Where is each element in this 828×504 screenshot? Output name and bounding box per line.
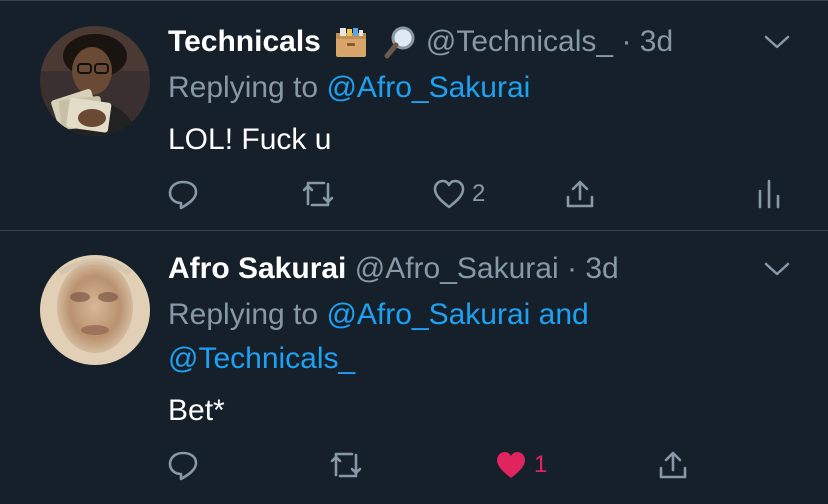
handle[interactable]: @Technicals_ [426, 25, 613, 58]
retweet-button[interactable] [300, 172, 336, 216]
reply-icon [166, 177, 200, 211]
avatar[interactable] [40, 26, 150, 136]
timestamp[interactable]: 3d [585, 252, 618, 285]
like-count: 2 [472, 180, 486, 207]
separator: · [621, 25, 632, 58]
display-name[interactable]: Afro Sakurai [168, 252, 346, 285]
tweet-text: Bet* [168, 394, 225, 427]
replying-prefix: Replying to [168, 298, 319, 331]
reply-button[interactable] [166, 443, 200, 487]
like-count: 1 [534, 451, 548, 478]
tweet[interactable]: Afro Sakurai @Afro_Sakurai · 3d Replying… [0, 231, 828, 504]
handle[interactable]: @Afro_Sakurai [355, 252, 559, 285]
share-icon [656, 448, 690, 482]
retweet-icon [300, 177, 336, 211]
chevron-down-icon[interactable] [764, 34, 790, 50]
tweet-header: Afro Sakurai @Afro_Sakurai · 3d [168, 249, 758, 289]
tweet[interactable]: Technicals @Technicals_ · 3d Replying to… [0, 0, 828, 230]
share-button[interactable] [563, 172, 597, 216]
share-button[interactable] [656, 443, 690, 487]
analytics-icon [756, 177, 782, 211]
replying-to: Replying to @Afro_Sakurai and @Technical… [168, 293, 758, 381]
retweet-icon [328, 448, 364, 482]
tweet-actions: 2 [0, 172, 828, 216]
reply-icon [166, 448, 200, 482]
tweet-header: Technicals @Technicals_ · 3d [168, 22, 758, 62]
tweet-text: LOL! Fuck u [168, 123, 332, 156]
heart-filled-icon [494, 449, 528, 481]
share-icon [563, 177, 597, 211]
like-button[interactable]: 2 [432, 172, 485, 216]
reply-button[interactable] [166, 172, 200, 216]
replying-to: Replying to @Afro_Sakurai [168, 66, 758, 110]
like-button[interactable]: 1 [494, 443, 547, 487]
card-file-box-emoji [333, 25, 369, 61]
replying-prefix: Replying to [168, 71, 319, 104]
analytics-button[interactable] [756, 172, 782, 216]
tweet-actions: 1 [0, 443, 828, 487]
chevron-down-icon[interactable] [764, 261, 790, 277]
heart-icon [432, 178, 466, 210]
avatar[interactable] [40, 255, 150, 365]
mention-link[interactable]: @Afro_Sakurai [326, 71, 530, 104]
separator: · [566, 252, 577, 285]
retweet-button[interactable] [328, 443, 364, 487]
timestamp[interactable]: 3d [640, 25, 673, 58]
display-name[interactable]: Technicals [168, 25, 321, 58]
magnifying-glass-emoji [382, 25, 418, 61]
